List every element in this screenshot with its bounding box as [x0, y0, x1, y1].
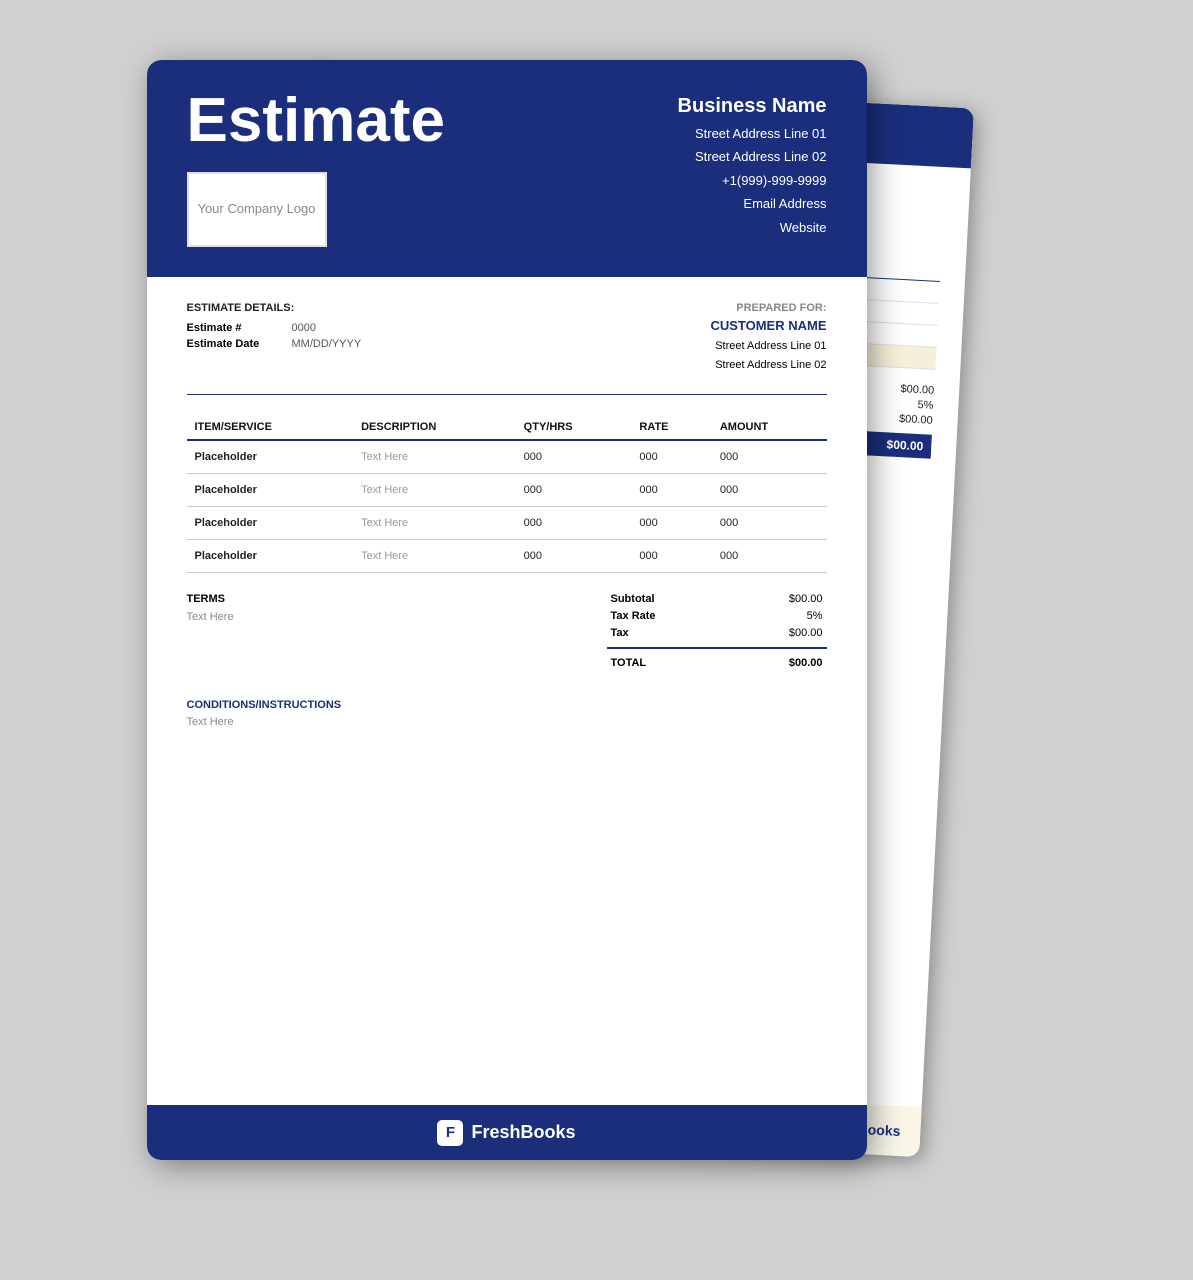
- customer-street2: Street Address Line 02: [710, 356, 826, 375]
- back-tax-value: $00.00: [898, 413, 932, 427]
- prepared-for-label: PREPARED FOR:: [710, 302, 826, 314]
- estimate-title: Estimate: [187, 90, 445, 152]
- customer-name: CUSTOMER NAME: [710, 318, 826, 333]
- row-item-2: Placeholder: [187, 507, 354, 540]
- row-qty-2: 000: [516, 507, 632, 540]
- row-amount-3: 000: [712, 540, 827, 573]
- estimate-num-row: Estimate # 0000: [187, 322, 362, 334]
- subtotal-label: Subtotal: [611, 593, 655, 605]
- col-qty: QTY/HRS: [516, 415, 632, 440]
- total-label: TOTAL: [611, 657, 647, 669]
- row-rate-3: 000: [631, 540, 711, 573]
- conditions-text: Text Here: [187, 716, 827, 728]
- totals-divider: [607, 647, 827, 649]
- business-street1: Street Address Line 01: [678, 122, 827, 145]
- freshbooks-footer-logo: F FreshBooks: [437, 1120, 575, 1146]
- row-item-3: Placeholder: [187, 540, 354, 573]
- back-tax-rate-value: 5%: [917, 399, 934, 412]
- logo-placeholder-text: Your Company Logo: [197, 201, 315, 218]
- row-rate-1: 000: [631, 474, 711, 507]
- front-header: Estimate Your Company Logo Business Name…: [147, 60, 867, 277]
- conditions-label: CONDITIONS/INSTRUCTIONS: [187, 699, 827, 711]
- table-row: Placeholder Text Here 000 000 000: [187, 440, 827, 474]
- col-item: ITEM/SERVICE: [187, 415, 354, 440]
- row-qty-3: 000: [516, 540, 632, 573]
- terms-label: TERMS: [187, 593, 234, 605]
- row-rate-0: 000: [631, 440, 711, 474]
- business-email: Email Address: [678, 192, 827, 215]
- estimate-num-val: 0000: [292, 322, 316, 334]
- terms-text: Text Here: [187, 611, 234, 623]
- totals-section: Subtotal $00.00 Tax Rate 5% Tax $00.00 T…: [607, 593, 827, 674]
- back-total-value: $00.00: [886, 437, 923, 453]
- row-item-1: Placeholder: [187, 474, 354, 507]
- header-right: Business Name Street Address Line 01 Str…: [678, 90, 827, 239]
- business-name: Business Name: [678, 95, 827, 118]
- col-description: DESCRIPTION: [353, 415, 516, 440]
- row-item-0: Placeholder: [187, 440, 354, 474]
- tax-rate-label: Tax Rate: [611, 610, 656, 622]
- total-row: TOTAL $00.00: [607, 657, 827, 669]
- row-desc-0: Text Here: [353, 440, 516, 474]
- business-website: Website: [678, 216, 827, 239]
- estimate-details-section: ESTIMATE DETAILS: Estimate # 0000 Estima…: [187, 302, 362, 374]
- prepared-for-section: PREPARED FOR: CUSTOMER NAME Street Addre…: [710, 302, 826, 374]
- details-row: ESTIMATE DETAILS: Estimate # 0000 Estima…: [187, 302, 827, 374]
- total-value: $00.00: [789, 657, 823, 669]
- tax-rate-value: 5%: [807, 610, 823, 622]
- col-amount: AMOUNT: [712, 415, 827, 440]
- customer-address: Street Address Line 01 Street Address Li…: [710, 337, 826, 374]
- subtotal-row: Subtotal $00.00: [607, 593, 827, 605]
- items-table: ITEM/SERVICE DESCRIPTION QTY/HRS RATE AM…: [187, 415, 827, 573]
- front-body: ESTIMATE DETAILS: Estimate # 0000 Estima…: [147, 277, 867, 753]
- row-amount-1: 000: [712, 474, 827, 507]
- row-desc-1: Text Here: [353, 474, 516, 507]
- tax-value: $00.00: [789, 627, 823, 639]
- row-amount-2: 000: [712, 507, 827, 540]
- estimate-date-row: Estimate Date MM/DD/YYYY: [187, 338, 362, 350]
- col-rate: RATE: [631, 415, 711, 440]
- estimate-num-key: Estimate #: [187, 322, 277, 334]
- estimate-details-label: ESTIMATE DETAILS:: [187, 302, 362, 314]
- terms-section: TERMS Text Here: [187, 593, 234, 674]
- front-footer: F FreshBooks: [147, 1105, 867, 1160]
- logo-box: Your Company Logo: [187, 172, 327, 247]
- estimate-date-key: Estimate Date: [187, 338, 277, 350]
- subtotal-value: $00.00: [789, 593, 823, 605]
- business-street2: Street Address Line 02: [678, 145, 827, 168]
- business-phone: +1(999)-999-9999: [678, 169, 827, 192]
- header-left: Estimate Your Company Logo: [187, 90, 445, 247]
- tax-label: Tax: [611, 627, 629, 639]
- tax-rate-row: Tax Rate 5%: [607, 610, 827, 622]
- row-qty-0: 000: [516, 440, 632, 474]
- customer-street1: Street Address Line 01: [710, 337, 826, 356]
- row-qty-1: 000: [516, 474, 632, 507]
- bottom-section: TERMS Text Here Subtotal $00.00 Tax Rate…: [187, 593, 827, 674]
- business-info: Street Address Line 01 Street Address Li…: [678, 122, 827, 239]
- row-rate-2: 000: [631, 507, 711, 540]
- estimate-date-val: MM/DD/YYYY: [292, 338, 362, 350]
- row-amount-0: 000: [712, 440, 827, 474]
- row-desc-3: Text Here: [353, 540, 516, 573]
- table-row: Placeholder Text Here 000 000 000: [187, 507, 827, 540]
- table-row: Placeholder Text Here 000 000 000: [187, 540, 827, 573]
- table-row: Placeholder Text Here 000 000 000: [187, 474, 827, 507]
- document-scene: ESTIMATE DETAILS: Estimate # 0000 Estima…: [147, 60, 1047, 1220]
- row-desc-2: Text Here: [353, 507, 516, 540]
- section-divider: [187, 394, 827, 395]
- freshbooks-footer-text: FreshBooks: [471, 1122, 575, 1143]
- conditions-section: CONDITIONS/INSTRUCTIONS Text Here: [187, 699, 827, 728]
- freshbooks-footer-icon: F: [437, 1120, 463, 1146]
- tax-row: Tax $00.00: [607, 627, 827, 639]
- front-document: Estimate Your Company Logo Business Name…: [147, 60, 867, 1160]
- back-subtotal-value: $00.00: [900, 383, 934, 397]
